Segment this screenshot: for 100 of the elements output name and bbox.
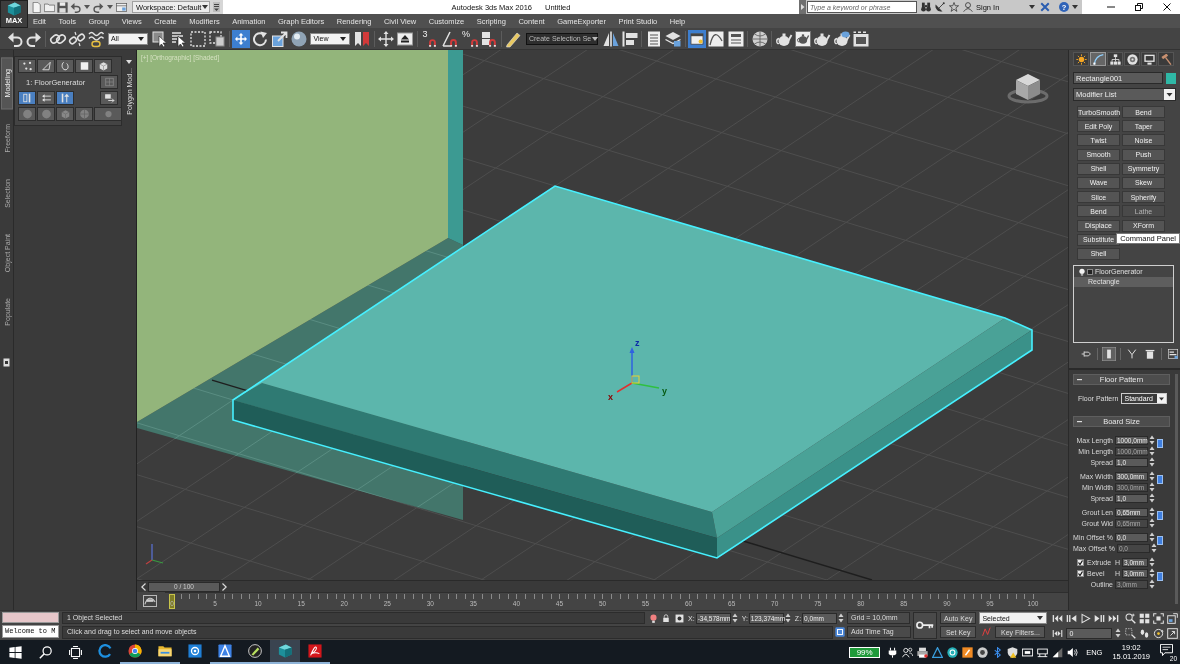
footprints-icon[interactable] <box>1139 627 1151 639</box>
signal-icon[interactable] <box>1052 646 1064 658</box>
scrollbar[interactable] <box>1175 373 1178 604</box>
angle-magnet-icon[interactable] <box>440 29 459 48</box>
checkbox[interactable] <box>1077 558 1084 566</box>
caret-icon[interactable] <box>84 5 90 9</box>
link-toggle[interactable] <box>1157 535 1163 545</box>
speech-bubble-icon[interactable] <box>1160 644 1173 656</box>
frame-marker[interactable] <box>169 594 175 609</box>
maximize-icon[interactable] <box>1167 627 1179 639</box>
box-icon[interactable] <box>1022 646 1034 658</box>
caret-icon[interactable] <box>107 5 113 9</box>
tag-square-icon[interactable] <box>835 627 845 637</box>
x-shape-icon[interactable] <box>1040 2 1050 12</box>
plug-icon[interactable] <box>887 646 899 658</box>
snap-button[interactable]: % <box>459 29 479 48</box>
document-icon[interactable] <box>31 1 42 13</box>
framed-teapot-icon[interactable] <box>794 29 813 48</box>
skip-start-icon[interactable] <box>1052 612 1064 624</box>
broken-chain-icon[interactable] <box>68 29 87 48</box>
triangle-outline-icon[interactable] <box>932 646 944 658</box>
orbit-icon[interactable] <box>1153 627 1165 639</box>
teapot-cloud-icon[interactable] <box>832 29 851 48</box>
chevron-right-icon[interactable] <box>222 582 227 591</box>
search-icon[interactable] <box>39 645 52 659</box>
color-swatch-icon[interactable] <box>1166 72 1176 84</box>
sphere-icon[interactable] <box>289 29 308 48</box>
binoculars-icon[interactable] <box>921 2 931 12</box>
link-toggle[interactable] <box>1157 510 1163 520</box>
swap-icon[interactable] <box>100 91 118 105</box>
step-forward-icon[interactable] <box>1094 612 1106 624</box>
snap-button[interactable]: 3 <box>420 29 440 48</box>
circle-badge-icon[interactable] <box>977 646 989 658</box>
lightbulb-icon[interactable] <box>1079 267 1085 276</box>
undo-icon[interactable] <box>70 1 81 13</box>
restore-icon[interactable] <box>1135 3 1143 11</box>
lock-icon[interactable] <box>662 613 670 623</box>
rotate-icon[interactable] <box>251 29 270 48</box>
redo-icon[interactable] <box>93 1 104 13</box>
floor-slab[interactable] <box>232 185 1033 559</box>
people-icon[interactable] <box>902 646 914 658</box>
target-square-icon[interactable] <box>675 613 684 623</box>
curve-box-icon[interactable] <box>143 595 157 607</box>
satellite-dish-icon[interactable] <box>935 2 945 12</box>
close-icon[interactable] <box>1163 3 1171 11</box>
link-toggle[interactable] <box>1157 474 1163 484</box>
battery-indicator[interactable]: 99% <box>849 646 881 658</box>
key-mode-icon[interactable] <box>1052 627 1064 639</box>
command-tab[interactable] <box>1073 52 1089 66</box>
view-cube[interactable] <box>1007 74 1049 104</box>
bluetooth-icon[interactable] <box>992 646 1004 658</box>
command-tab[interactable] <box>1124 52 1140 66</box>
dashed-squares-icon[interactable] <box>208 29 227 48</box>
spinner-icon[interactable] <box>1115 628 1122 638</box>
step-back-icon[interactable] <box>1066 612 1078 624</box>
square-badge-icon[interactable] <box>962 646 974 658</box>
magnifier-plus-icon[interactable] <box>1125 612 1137 624</box>
bookmarks-icon[interactable] <box>353 29 372 48</box>
cross-arrows-icon[interactable] <box>377 29 396 48</box>
printer-icon[interactable] <box>917 646 929 658</box>
grid-squares-icon[interactable] <box>1139 612 1151 624</box>
mirror-icon[interactable] <box>601 29 620 48</box>
checkbox[interactable] <box>1077 569 1084 577</box>
key-button[interactable] <box>913 612 937 639</box>
expand-menu-icon[interactable] <box>213 2 220 12</box>
stacked-windows-icon[interactable] <box>69 645 82 659</box>
four-squares-icon[interactable] <box>9 645 22 659</box>
skip-end-icon[interactable] <box>1108 612 1120 624</box>
folder-icon[interactable] <box>44 1 55 13</box>
lightbulb-icon[interactable] <box>650 613 657 623</box>
align-icon[interactable] <box>620 29 639 48</box>
ring-badge-icon[interactable] <box>947 646 959 658</box>
caret-icon[interactable] <box>126 60 132 64</box>
scale-icon[interactable] <box>270 29 289 48</box>
globe-icon[interactable] <box>750 29 769 48</box>
cursor-box-icon[interactable] <box>150 29 169 48</box>
list-cursor-icon[interactable] <box>169 29 188 48</box>
command-tab[interactable] <box>1107 52 1123 66</box>
layers-icon[interactable] <box>664 29 683 48</box>
shield-icon[interactable] <box>1007 646 1019 658</box>
expand-square-icon[interactable] <box>1167 612 1179 624</box>
minimize-icon[interactable] <box>1107 3 1115 11</box>
square-icon[interactable] <box>75 59 93 73</box>
left-arrows-icon[interactable] <box>37 91 55 105</box>
speaker-icon[interactable] <box>1067 646 1079 658</box>
configure-icon[interactable] <box>1166 346 1180 361</box>
star-icon[interactable] <box>949 2 959 12</box>
wave-icon[interactable] <box>87 29 106 48</box>
chevron-left-icon[interactable] <box>141 582 146 591</box>
boxes-magnet-icon[interactable] <box>480 29 499 48</box>
bar-icon[interactable] <box>1102 346 1116 361</box>
dashed-square-icon[interactable] <box>188 29 207 48</box>
graph-icon[interactable] <box>707 29 726 48</box>
eject-icon[interactable] <box>396 29 415 48</box>
dashed-magnifier-icon[interactable] <box>1125 627 1137 639</box>
link-toggle[interactable] <box>1157 438 1163 448</box>
panel-icon[interactable] <box>726 29 745 48</box>
play-icon[interactable] <box>1080 612 1092 624</box>
move-icon[interactable] <box>232 29 251 48</box>
cube-icon[interactable] <box>94 59 112 73</box>
